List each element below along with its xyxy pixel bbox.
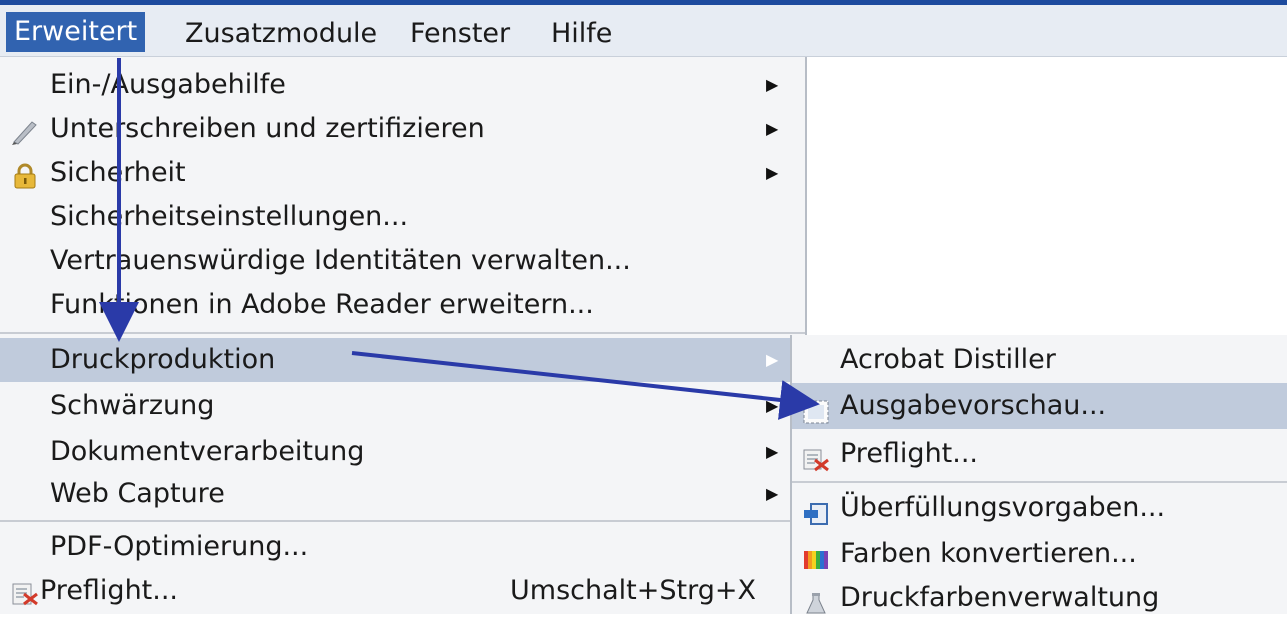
menu-item-label: Schwärzung <box>50 390 215 421</box>
menu-separator <box>0 332 805 334</box>
trap-presets-icon <box>802 496 830 525</box>
menu-item-label: Unterschreiben und zertifizieren <box>50 113 485 144</box>
menu-item-schwaerzung[interactable]: Schwärzung ▶ <box>0 384 805 428</box>
submenu-arrow-icon: ▶ <box>766 442 779 461</box>
erweitert-dropdown: Ein-/Ausgabehilfe ▶ Unterschreiben und z… <box>0 57 807 614</box>
submenu-item-label: Acrobat Distiller <box>840 344 1056 375</box>
submenu-item-label: Preflight... <box>840 438 979 469</box>
menu-item-label: Dokumentverarbeitung <box>50 436 365 467</box>
preflight-icon <box>802 442 830 472</box>
menu-item-web-capture[interactable]: Web Capture ▶ <box>0 472 805 516</box>
menu-zusatzmodule[interactable]: Zusatzmodule <box>185 14 377 54</box>
shortcut-label: Umschalt+Strg+X <box>510 575 756 606</box>
menu-item-sicherheitseinstellungen[interactable]: Sicherheitseinstellungen... <box>0 195 805 239</box>
menu-item-label: Sicherheit <box>50 157 186 188</box>
submenu-item-label: Farben konvertieren... <box>840 538 1137 569</box>
menu-item-label: Druckproduktion <box>50 344 276 375</box>
submenu-item-acrobat-distiller[interactable]: Acrobat Distiller <box>792 337 1287 383</box>
submenu-arrow-icon: ▶ <box>766 350 779 369</box>
druckproduktion-submenu: Acrobat Distiller Ausgabevorschau... Pre… <box>790 335 1287 614</box>
submenu-item-farben-konvertieren[interactable]: Farben konvertieren... <box>792 531 1287 577</box>
menu-item-label: Web Capture <box>50 478 225 509</box>
menu-erweitert[interactable]: Erweitert <box>6 12 146 52</box>
submenu-separator <box>792 481 1287 483</box>
menu-item-preflight[interactable]: Preflight... Umschalt+Strg+X <box>0 569 805 613</box>
submenu-arrow-icon: ▶ <box>766 484 779 503</box>
menu-item-ein-ausgabehilfe[interactable]: Ein-/Ausgabehilfe ▶ <box>0 63 805 107</box>
menu-item-label: Preflight... <box>40 575 179 606</box>
submenu-arrow-icon: ▶ <box>766 163 779 182</box>
output-preview-icon <box>802 394 830 424</box>
menu-bar: Erweitert Zusatzmodule Fenster Hilfe <box>0 5 1287 57</box>
menu-item-label: Funktionen in Adobe Reader erweitern... <box>50 289 594 320</box>
menu-item-label: Sicherheitseinstellungen... <box>50 201 409 232</box>
menu-item-label: PDF-Optimierung... <box>50 531 309 562</box>
menu-hilfe[interactable]: Hilfe <box>551 14 612 54</box>
submenu-arrow-icon: ▶ <box>766 75 779 94</box>
ink-manager-icon <box>802 586 830 614</box>
menu-fenster[interactable]: Fenster <box>410 14 510 54</box>
menu-item-pdf-optimierung[interactable]: PDF-Optimierung... <box>0 525 805 569</box>
menu-item-dokumentverarbeitung[interactable]: Dokumentverarbeitung ▶ <box>0 430 805 474</box>
menu-item-druckproduktion[interactable]: Druckproduktion ▶ <box>0 338 805 382</box>
submenu-item-druckfarbenverwaltung[interactable]: Druckfarbenverwaltung <box>792 575 1287 621</box>
menu-item-vertrauenswuerdige-identitaeten[interactable]: Vertrauenswürdige Identitäten verwalten.… <box>0 239 805 283</box>
menu-separator <box>0 520 805 522</box>
menu-item-funktionen-erweitern[interactable]: Funktionen in Adobe Reader erweitern... <box>0 283 805 327</box>
submenu-arrow-icon: ▶ <box>766 396 779 415</box>
submenu-item-label: Überfüllungsvorgaben... <box>840 492 1166 523</box>
menu-item-label: Ein-/Ausgabehilfe <box>50 69 286 100</box>
lock-icon <box>10 160 40 189</box>
menu-item-sicherheit[interactable]: Sicherheit ▶ <box>0 151 805 195</box>
submenu-item-ueberfuellungsvorgaben[interactable]: Überfüllungsvorgaben... <box>792 485 1287 531</box>
submenu-item-label: Druckfarbenverwaltung <box>840 582 1160 613</box>
submenu-item-preflight[interactable]: Preflight... <box>792 431 1287 477</box>
submenu-arrow-icon: ▶ <box>766 119 779 138</box>
convert-colors-icon <box>802 542 830 569</box>
submenu-item-ausgabevorschau[interactable]: Ausgabevorschau... <box>792 383 1287 429</box>
preflight-icon <box>10 578 40 606</box>
menu-item-label: Vertrauenswürdige Identitäten verwalten.… <box>50 245 631 276</box>
submenu-item-label: Ausgabevorschau... <box>840 390 1107 421</box>
pen-icon <box>10 116 40 145</box>
menu-item-unterschreiben[interactable]: Unterschreiben und zertifizieren ▶ <box>0 107 805 151</box>
